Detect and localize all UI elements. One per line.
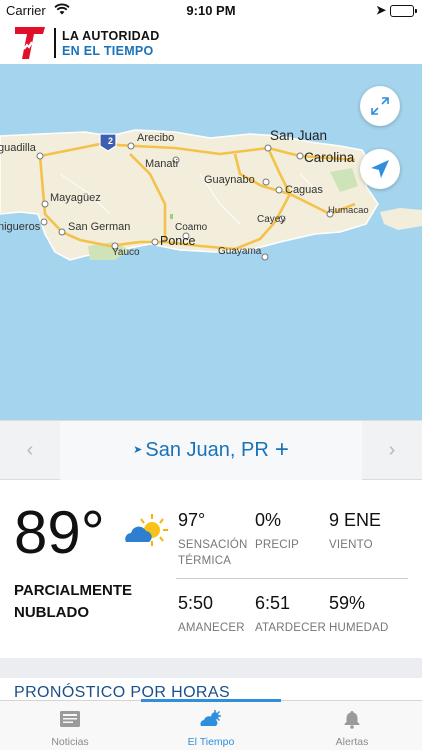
map-city-label: Carolina	[304, 150, 355, 165]
tab-label: Alertas	[335, 736, 369, 748]
map-city-label: Arecibo	[137, 132, 175, 144]
map-city-label: Humacao	[328, 205, 369, 216]
stat-sunrise: 5:50 AMANECER	[178, 593, 245, 636]
location-center[interactable]: ➤ San Juan, PR +	[60, 421, 362, 481]
map-city-label: Guayama	[218, 246, 262, 257]
logo-divider	[54, 28, 56, 58]
forest-patch	[170, 214, 173, 219]
stat-precip: 0% PRECIP	[255, 510, 299, 553]
expand-icon	[371, 97, 389, 115]
map-city-label: Guaynabo	[204, 174, 255, 186]
map-city-label: San Juan	[270, 128, 328, 143]
clock: 9:10 PM	[186, 3, 236, 18]
condition-text: PARCIALMENTE NUBLADO	[14, 582, 133, 621]
stat-feels-like: 97° SENSACIÓN TÉRMICA	[178, 510, 258, 569]
stat-value: 6:51	[255, 593, 291, 613]
map-city-label: Yauco	[112, 247, 140, 258]
app-header: LA AUTORIDAD EN EL TIEMPO	[0, 22, 422, 64]
stat-value: 9 ENE	[329, 510, 382, 530]
map-city-label: Ponce	[160, 234, 196, 248]
route-shield-number: 2	[108, 136, 114, 146]
stat-label: AMANECER	[178, 622, 245, 634]
stats-divider	[176, 578, 408, 579]
map-city-label: San German	[68, 221, 131, 233]
battery-icon	[390, 5, 417, 17]
map-city-label: Cayey	[257, 214, 286, 225]
stat-label: SENSACIÓN TÉRMICA	[178, 539, 248, 567]
current-conditions: 89° PARCIALMENTE NUBLADO 97° SENSACIÓN T…	[0, 480, 422, 658]
partly-cloudy-icon	[125, 514, 168, 546]
current-temperature: 89°	[14, 499, 105, 566]
stat-label: PRECIP	[255, 539, 300, 551]
location-name: San Juan, PR	[145, 439, 269, 461]
bell-icon	[344, 711, 360, 729]
navigation-arrow-icon	[371, 160, 389, 178]
map-city-label: Mayagüez	[50, 192, 101, 204]
map-city-label: Caguas	[285, 184, 323, 196]
my-location-button[interactable]	[360, 149, 400, 189]
stat-label: ATARDECER	[255, 622, 327, 634]
expand-map-button[interactable]	[360, 86, 400, 126]
status-bar: Carrier 9:10 PM ➤	[0, 0, 422, 22]
map-city-label: Coamo	[175, 222, 208, 233]
tab-bar: Noticias El Tiempo Alertas	[0, 699, 422, 751]
brand-line-1: LA AUTORIDAD	[62, 29, 160, 43]
tab-el-tiempo[interactable]: El Tiempo	[141, 701, 281, 751]
next-location-button[interactable]: ›	[382, 439, 402, 462]
islet-land	[380, 208, 422, 230]
map-city-label: Manati	[145, 158, 179, 170]
stat-humidity: 59% HUMEDAD	[329, 593, 389, 636]
stat-value: 97°	[178, 510, 206, 530]
prev-location-button[interactable]: ‹	[20, 439, 40, 462]
weather-map[interactable]: 2 guadilla Arecibo San Juan Carolina Man…	[0, 64, 422, 420]
section-gap	[0, 658, 422, 678]
tab-noticias[interactable]: Noticias	[0, 701, 140, 751]
stat-wind: 9 ENE VIENTO	[329, 510, 381, 553]
brand-line-2: EN EL TIEMPO	[62, 44, 154, 58]
tab-label: Noticias	[51, 736, 89, 748]
map-city-label: nigueros	[0, 221, 41, 233]
stat-value: 5:50	[178, 593, 214, 613]
tab-label: El Tiempo	[187, 736, 235, 748]
stat-label: HUMEDAD	[329, 622, 389, 634]
news-icon	[60, 711, 80, 727]
add-location-button[interactable]: +	[275, 436, 289, 463]
stat-value: 0%	[255, 510, 282, 530]
telemundo-logo-icon	[15, 27, 45, 59]
location-selector: ‹ ➤ San Juan, PR + ›	[0, 420, 422, 481]
tab-alertas[interactable]: Alertas	[282, 701, 422, 751]
map-city-label: guadilla	[0, 142, 36, 154]
location-arrow-icon: ➤	[133, 444, 143, 456]
weather-icon	[200, 710, 221, 726]
stat-label: VIENTO	[329, 539, 373, 551]
stat-value: 59%	[329, 593, 366, 613]
map-canvas	[0, 129, 422, 261]
stat-sunset: 6:51 ATARDECER	[255, 593, 326, 636]
location-services-icon: ➤	[375, 3, 386, 17]
